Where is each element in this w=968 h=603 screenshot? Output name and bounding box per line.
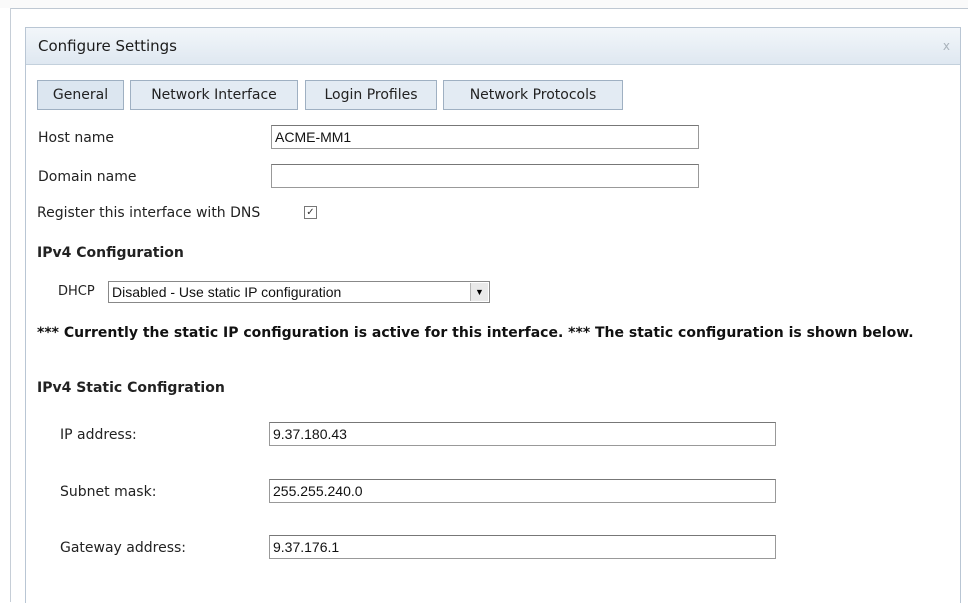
dhcp-selected-value: Disabled - Use static IP configuration: [112, 284, 342, 300]
ip-address-input[interactable]: [269, 422, 776, 446]
static-ip-notice: *** Currently the static IP configuratio…: [37, 325, 914, 341]
gateway-address-label: Gateway address:: [60, 540, 187, 556]
tab-login-profiles[interactable]: Login Profiles: [305, 80, 437, 110]
dialog-title: Configure Settings: [38, 37, 177, 55]
ipv4-static-heading: IPv4 Static Configration: [37, 380, 225, 396]
dialog-titlebar: Configure Settings x: [26, 28, 960, 65]
dhcp-label: DHCP: [58, 284, 95, 299]
gateway-address-input[interactable]: [269, 535, 776, 559]
ipv4-configuration-heading: IPv4 Configuration: [37, 245, 184, 261]
subnet-mask-input[interactable]: [269, 479, 776, 503]
domain-name-label: Domain name: [38, 169, 137, 185]
page-left-strip: [0, 8, 11, 602]
tab-network-interface[interactable]: Network Interface: [130, 80, 298, 110]
configure-settings-dialog: Configure Settings x General Network Int…: [25, 27, 961, 603]
host-name-label: Host name: [38, 130, 115, 146]
register-dns-label: Register this interface with DNS: [37, 205, 261, 221]
tab-network-protocols[interactable]: Network Protocols: [443, 80, 623, 110]
close-icon[interactable]: x: [943, 28, 950, 64]
chevron-down-icon[interactable]: ▼: [470, 283, 488, 301]
dhcp-select[interactable]: Disabled - Use static IP configuration ▼: [108, 281, 490, 303]
host-name-input[interactable]: [271, 125, 699, 149]
tab-general[interactable]: General: [37, 80, 124, 110]
page-top-bar: [0, 0, 968, 9]
subnet-mask-label: Subnet mask:: [60, 484, 157, 500]
register-dns-checkbox[interactable]: ✓: [304, 206, 317, 219]
domain-name-input[interactable]: [271, 164, 699, 188]
ip-address-label: IP address:: [60, 427, 137, 443]
